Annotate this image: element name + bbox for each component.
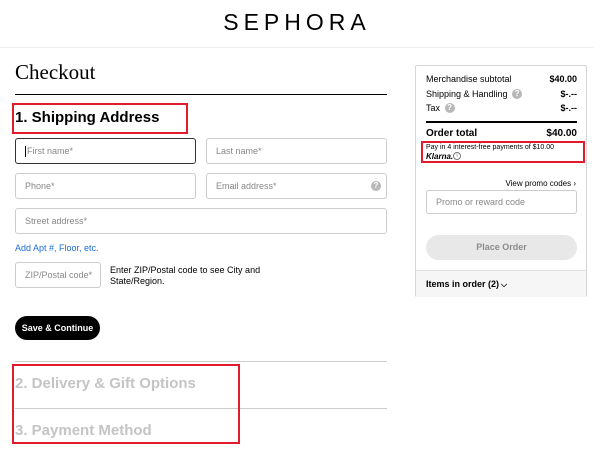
phone-placeholder: Phone* bbox=[25, 181, 55, 191]
phone-input[interactable]: Phone* bbox=[15, 173, 196, 199]
order-total-label: Order total bbox=[426, 128, 478, 139]
page-title: Checkout bbox=[15, 60, 96, 84]
save-continue-button[interactable]: Save & Continue bbox=[15, 316, 100, 340]
site-header: SEPHORA bbox=[0, 0, 594, 48]
tax-value: $-.-- bbox=[560, 103, 578, 113]
shipping-label: Shipping & Handling bbox=[426, 89, 508, 99]
tax-label: Tax bbox=[426, 103, 441, 113]
email-help-icon[interactable]: ? bbox=[371, 181, 381, 191]
order-summary-panel: Merchandise subtotal $40.00 Shipping & H… bbox=[415, 65, 587, 297]
shipping-help-icon[interactable]: ? bbox=[512, 88, 523, 99]
tax-row: Tax ? $-.-- bbox=[426, 102, 578, 114]
annotation-box-shipping bbox=[12, 103, 188, 134]
add-apt-link[interactable]: Add Apt #, Floor, etc. bbox=[15, 243, 99, 253]
last-name-placeholder: Last name* bbox=[216, 146, 262, 156]
merchandise-subtotal-row: Merchandise subtotal $40.00 bbox=[426, 74, 577, 84]
tax-help-icon[interactable]: ? bbox=[444, 102, 455, 113]
text-cursor bbox=[25, 146, 26, 158]
order-total-row: Order total $40.00 bbox=[426, 128, 577, 139]
annotation-box-klarna bbox=[421, 141, 585, 163]
shipping-row: Shipping & Handling ? $-.-- bbox=[426, 88, 578, 100]
order-total-value: $40.00 bbox=[546, 128, 577, 139]
promo-placeholder: Promo or reward code bbox=[436, 197, 526, 207]
view-promo-codes-link[interactable]: View promo codes › bbox=[505, 179, 576, 188]
street-placeholder: Street address* bbox=[25, 216, 88, 226]
shipping-value: $-.-- bbox=[560, 89, 578, 99]
street-address-input[interactable]: Street address* bbox=[15, 208, 387, 234]
email-input[interactable]: Email address* bbox=[206, 173, 387, 199]
summary-divider bbox=[426, 121, 577, 123]
promo-code-input[interactable]: Promo or reward code bbox=[426, 190, 577, 214]
email-placeholder: Email address* bbox=[216, 181, 277, 191]
zip-hint-text: Enter ZIP/Postal code to see City and St… bbox=[110, 265, 261, 286]
merchandise-subtotal-label: Merchandise subtotal bbox=[426, 74, 512, 84]
zip-placeholder: ZIP/Postal code* bbox=[25, 270, 93, 280]
place-order-button[interactable]: Place Order bbox=[426, 235, 577, 260]
section-divider bbox=[15, 361, 387, 362]
chevron-down-icon: ⌵ bbox=[501, 280, 508, 289]
title-divider bbox=[15, 94, 387, 95]
first-name-input[interactable]: First name* bbox=[15, 138, 196, 164]
annotation-box-delivery-payment bbox=[12, 364, 240, 444]
last-name-input[interactable]: Last name* bbox=[206, 138, 387, 164]
zip-code-input[interactable]: ZIP/Postal code* bbox=[15, 262, 101, 288]
merchandise-subtotal-value: $40.00 bbox=[549, 74, 577, 84]
items-in-order-label: Items in order (2) bbox=[426, 279, 500, 289]
first-name-placeholder: First name* bbox=[27, 146, 74, 156]
items-in-order-bar[interactable]: Items in order (2) ⌵ bbox=[416, 270, 586, 297]
sephora-logo[interactable]: SEPHORA bbox=[0, 9, 594, 36]
items-in-order-toggle[interactable]: Items in order (2) ⌵ bbox=[426, 279, 507, 290]
